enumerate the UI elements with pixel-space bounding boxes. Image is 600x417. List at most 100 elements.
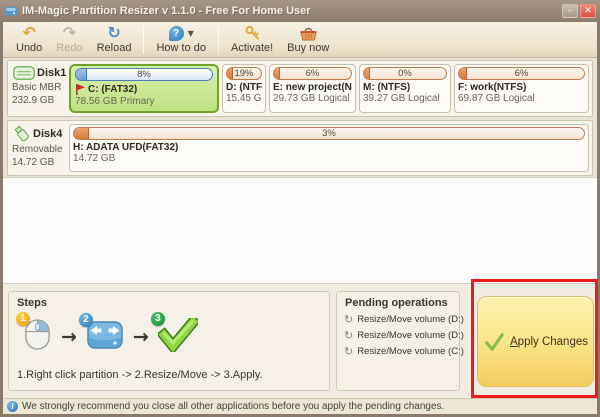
partition-d-usage-bar: 19% (226, 67, 262, 80)
steps-groupbox: Steps 1 → (8, 291, 330, 391)
pending-operation-item[interactable]: ↻ Resize/Move volume (D:) (337, 311, 459, 327)
statusbar: i We strongly recommend you close all ot… (3, 398, 597, 414)
step3-badge: 3 (151, 312, 165, 326)
partition-e-used-percent: 6% (274, 68, 351, 80)
reload-icon: ↻ (107, 25, 120, 42)
pending-operation-item[interactable]: ↻ Resize/Move volume (D:) (337, 327, 459, 343)
partition-h-detail: 14.72 GB (73, 153, 585, 164)
pending-op-icon: ↻ (344, 314, 353, 325)
partition-c[interactable]: 8% C: (FAT32) 78.56 GB Primary (69, 64, 219, 113)
partition-d-label: D: (NTFS) (226, 82, 262, 93)
info-icon: i (7, 401, 18, 412)
arrow-right-icon: → (133, 327, 149, 347)
disk-map-area: Disk1 Basic MBR 232.9 GB 8% (3, 58, 597, 177)
apply-changes-label: Apply Changes (510, 336, 588, 348)
partition-f-label: F: work(NTFS) (458, 82, 585, 93)
partition-c-detail: 78.56 GB Primary (75, 96, 213, 107)
steps-title: Steps (9, 292, 329, 311)
partition-e-usage-bar: 6% (273, 67, 352, 80)
pending-operations-groupbox: Pending operations ↻ Resize/Move volume … (336, 291, 460, 391)
pending-op-text: Resize/Move volume (D:) (357, 330, 464, 341)
pending-op-icon: ↻ (344, 330, 353, 341)
partition-e-detail: 29.73 GB Logical (273, 93, 352, 104)
undo-icon: ↶ (22, 25, 35, 42)
key-icon (244, 25, 261, 42)
toolbar: ↶ Undo ↷ Redo ↻ Reload ? ▼ How to do (3, 22, 597, 58)
partition-c-used-percent: 8% (76, 69, 212, 81)
partition-e[interactable]: 6% E: new project(NTFS) 29.73 GB Logical (269, 64, 356, 113)
toolbar-separator (143, 26, 144, 54)
empty-workspace (3, 177, 597, 283)
flag-icon (75, 83, 86, 96)
disk4-info: Disk4 Removable 14.72 GB (12, 125, 69, 169)
partition-h[interactable]: 3% H: ADATA UFD(FAT32) 14.72 GB (69, 124, 589, 172)
pending-operations-title: Pending operations (337, 292, 459, 311)
buy-now-button[interactable]: Buy now (280, 23, 336, 56)
basket-icon (299, 26, 318, 42)
reload-button[interactable]: ↻ Reload (90, 23, 139, 56)
pending-op-text: Resize/Move volume (D:) (357, 314, 464, 325)
partition-e-label: E: new project(NTFS) (273, 82, 352, 93)
disk1-size: 232.9 GB (12, 94, 69, 107)
partition-h-used-percent: 3% (74, 128, 584, 140)
disk1-name: Disk1 (37, 67, 66, 80)
window-title: IM-Magic Partition Resizer v 1.1.0 - Fre… (22, 5, 311, 17)
partition-d[interactable]: 19% D: (NTFS) 15.45 GB L.. (222, 64, 266, 113)
partition-c-usage-bar: 8% (75, 68, 213, 81)
close-button[interactable]: ✕ (580, 4, 596, 18)
status-message: We strongly recommend you close all othe… (22, 401, 444, 412)
disk4-size: 14.72 GB (12, 156, 69, 169)
disk-row-4: Disk4 Removable 14.72 GB 3% H: ADATA UFD… (7, 120, 593, 176)
help-bubble-icon: ? (169, 26, 184, 41)
redo-icon: ↷ (63, 25, 76, 42)
activate-label: Activate! (231, 42, 273, 54)
step1-badge: 1 (16, 312, 30, 326)
disk4-name: Disk4 (33, 128, 62, 141)
hard-disk-icon (12, 65, 36, 81)
app-window: IM-Magic Partition Resizer v 1.1.0 - Fre… (0, 0, 600, 417)
pending-operation-item[interactable]: ↻ Resize/Move volume (C:) (337, 343, 459, 359)
green-check-icon (483, 332, 505, 352)
app-icon (4, 4, 18, 18)
activate-button[interactable]: Activate! (224, 23, 280, 56)
disk1-info: Disk1 Basic MBR 232.9 GB (12, 65, 69, 107)
how-to-do-button[interactable]: ? ▼ How to do (149, 23, 213, 56)
step3-apply: 3 (158, 318, 198, 357)
partition-h-usage-bar: 3% (73, 127, 585, 140)
partition-m-used-percent: 0% (364, 68, 446, 80)
partition-f[interactable]: 6% F: work(NTFS) 69.87 GB Logical (454, 64, 589, 113)
partition-h-label: H: ADATA UFD(FAT32) (73, 142, 585, 153)
redo-label: Redo (56, 42, 82, 54)
step2-badge: 2 (79, 313, 93, 327)
partition-f-usage-bar: 6% (458, 67, 585, 80)
undo-button[interactable]: ↶ Undo (9, 23, 49, 56)
partition-m-usage-bar: 0% (363, 67, 447, 80)
partition-m-detail: 39.27 GB Logical (363, 93, 447, 104)
chevron-down-icon: ▼ (188, 29, 194, 38)
disk4-kind: Removable (12, 143, 69, 156)
steps-caption: 1.Right click partition -> 2.Resize/Move… (9, 361, 329, 381)
partition-m-label: M: (NTFS) (363, 82, 447, 93)
pending-op-icon: ↻ (344, 346, 353, 357)
arrow-right-icon: → (61, 327, 77, 347)
redo-button[interactable]: ↷ Redo (49, 23, 89, 56)
window-content: ↶ Undo ↷ Redo ↻ Reload ? ▼ How to do (3, 22, 597, 414)
undo-label: Undo (16, 42, 42, 54)
partition-f-used-percent: 6% (459, 68, 584, 80)
titlebar: IM-Magic Partition Resizer v 1.1.0 - Fre… (0, 0, 600, 22)
toolbar-separator (218, 26, 219, 54)
partition-c-label: C: (FAT32) (88, 84, 137, 95)
minimize-button[interactable]: – (562, 4, 578, 18)
buy-now-label: Buy now (287, 42, 329, 54)
partition-m[interactable]: 0% M: (NTFS) 39.27 GB Logical (359, 64, 451, 113)
usb-drive-icon (12, 125, 32, 143)
reload-label: Reload (97, 42, 132, 54)
step2-resize: 2 (86, 319, 124, 356)
disk1-kind: Basic MBR (12, 81, 69, 94)
apply-changes-button[interactable]: Apply Changes (477, 296, 594, 387)
disk-row-1: Disk1 Basic MBR 232.9 GB 8% (7, 60, 593, 117)
how-to-do-label: How to do (156, 42, 206, 54)
partition-d-detail: 15.45 GB L.. (226, 93, 262, 104)
partition-f-detail: 69.87 GB Logical (458, 93, 585, 104)
bottom-panel: Steps 1 → (3, 283, 597, 398)
